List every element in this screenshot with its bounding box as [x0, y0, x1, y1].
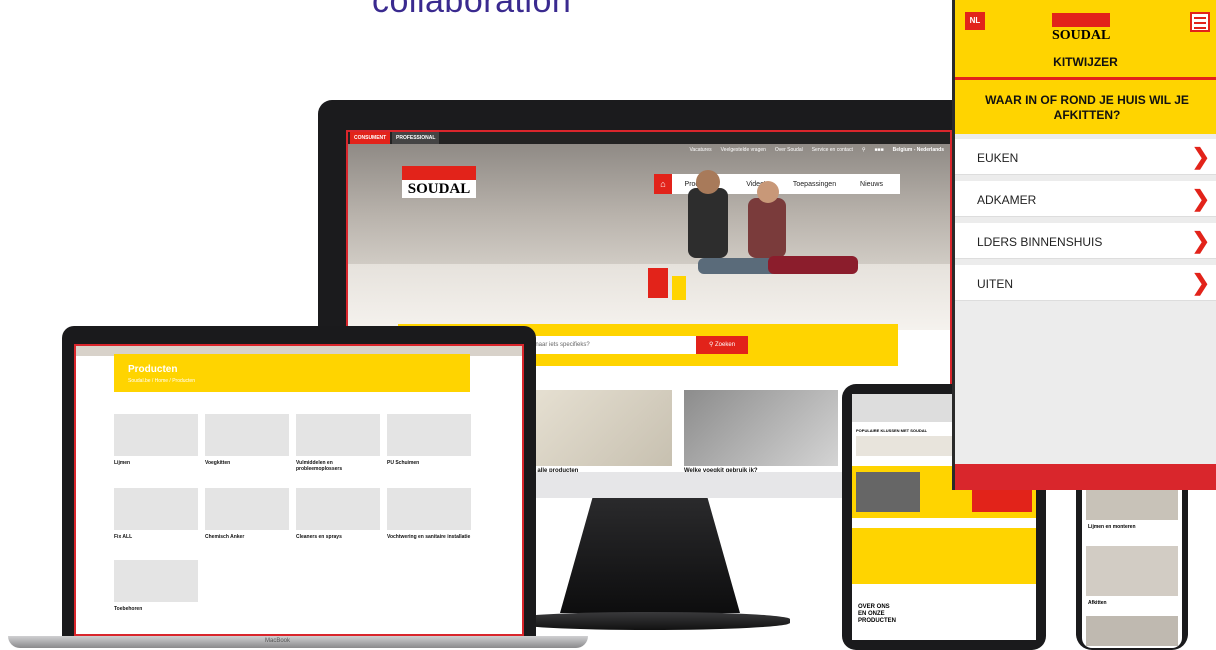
tab-professional[interactable]: PROFESSIONAL — [392, 132, 440, 144]
product-image — [205, 488, 289, 530]
nav-about[interactable]: Over Soudal — [775, 147, 803, 153]
category-voegkitten[interactable]: Voegkitten — [205, 414, 289, 466]
option-keuken[interactable]: EUKEN ❯ — [955, 139, 1216, 175]
soudal-logo[interactable]: SOUDAL — [1052, 13, 1110, 47]
category-fix-all[interactable]: Fix ALL — [114, 488, 198, 540]
kitwijzer-header: NL SOUDAL KITWIJZER WAAR IN OF ROND JE H… — [955, 0, 1216, 134]
products-banner: Producten Soudal.be / Home / Producten — [114, 354, 470, 392]
search-icon[interactable]: ⚲ — [862, 147, 866, 153]
option-elders-binnenshuis[interactable]: LDERS BINNENSHUIS ❯ — [955, 223, 1216, 259]
breadcrumb[interactable]: Soudal.be / Home / Producten — [128, 378, 195, 384]
hamburger-menu-icon[interactable] — [1190, 12, 1210, 32]
chevron-right-icon: ❯ — [1191, 144, 1210, 169]
laptop-site: Producten Soudal.be / Home / Producten L… — [74, 344, 524, 636]
option-badkamer[interactable]: ADKAMER ❯ — [955, 181, 1216, 217]
section-title: POPULAIRE KLUSSEN MET SOUDAL — [856, 428, 928, 433]
phone-item-afkitten[interactable]: Afkitten — [1088, 600, 1107, 606]
product-image — [114, 488, 198, 530]
search-input[interactable]: oek naar iets specifieks? — [520, 336, 696, 354]
chevron-right-icon: ❯ — [1191, 186, 1210, 211]
category-lijmen[interactable]: Lijmen — [114, 414, 198, 466]
product-image — [296, 414, 380, 456]
product-image — [114, 414, 198, 456]
category-toebehoren[interactable]: Toebehoren — [114, 560, 198, 612]
nav-contact[interactable]: Service en contact — [812, 147, 853, 153]
category-pu-schuimen[interactable]: PU Schuimen — [387, 414, 471, 466]
chevron-right-icon: ❯ — [1191, 270, 1210, 295]
nav-vacatures[interactable]: Vacatures — [689, 147, 711, 153]
headline: collaboration — [372, 0, 572, 20]
language-switch[interactable]: NL — [965, 12, 985, 30]
about-block[interactable]: OVER ONS EN ONZE PRODUCTEN — [858, 604, 896, 625]
hero-photo: Vacatures Veelgestelde vragen Over Souda… — [348, 144, 950, 330]
category-vochtwering[interactable]: Vochtwering en sanitaire installatie — [387, 488, 471, 540]
country-selector[interactable]: Belgium - Nederlands — [893, 147, 944, 153]
laptop: Producten Soudal.be / Home / Producten L… — [62, 326, 536, 640]
chevron-right-icon: ❯ — [1191, 228, 1210, 253]
laptop-base — [8, 636, 588, 648]
hero-people-illustration — [648, 170, 858, 300]
product-image — [296, 488, 380, 530]
option-buiten[interactable]: UITEN ❯ — [955, 265, 1216, 301]
search-button[interactable]: ⚲ Zoeken — [696, 336, 748, 354]
category-vulmiddelen[interactable]: Vulmiddelen en probleemoplossers — [296, 414, 380, 472]
devices-mockup: collaboration CONSUMENT PROFESSIONAL Vac… — [0, 0, 1216, 650]
social-icons[interactable]: ■■■ — [875, 147, 884, 153]
tab-consument[interactable]: CONSUMENT — [350, 132, 391, 144]
page-title: Producten — [128, 364, 178, 375]
category-cleaners[interactable]: Cleaners en sprays — [296, 488, 380, 540]
site-topbar: CONSUMENT PROFESSIONAL — [348, 132, 950, 144]
laptop-brand: MacBook — [265, 638, 291, 644]
soudal-logo[interactable]: SOUDAL — [402, 166, 476, 198]
monitor-foot — [510, 612, 790, 630]
card-products-image[interactable] — [518, 390, 672, 466]
category-chemisch-anker[interactable]: Chemisch Anker — [205, 488, 289, 540]
card-voegkit-image[interactable] — [684, 390, 838, 466]
product-image — [114, 560, 198, 602]
nav-faq[interactable]: Veelgestelde vragen — [721, 147, 766, 153]
product-image — [205, 414, 289, 456]
product-image — [387, 488, 471, 530]
product-image — [387, 414, 471, 456]
app-title: KITWIJZER — [1053, 55, 1118, 69]
phone-item-lijmen[interactable]: Lijmen en monteren — [1088, 524, 1136, 530]
top-nav: Vacatures Veelgestelde vragen Over Souda… — [689, 147, 944, 153]
kitwijzer-app: NL SOUDAL KITWIJZER WAAR IN OF ROND JE H… — [952, 0, 1216, 490]
question-text: WAAR IN OF ROND JE HUIS WIL JE AFKITTEN? — [985, 93, 1189, 122]
monitor-stand — [560, 498, 740, 613]
